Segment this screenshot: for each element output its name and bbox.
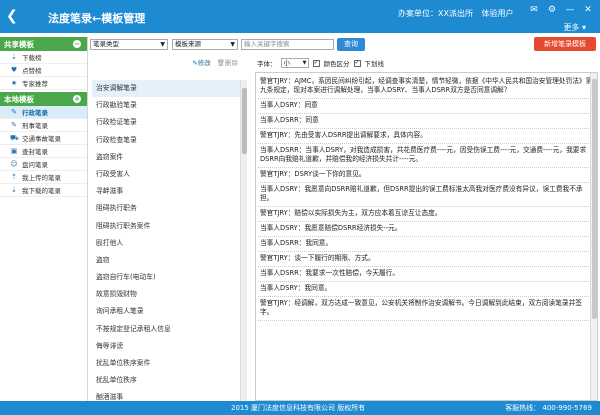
minimize-icon[interactable]: — [564,4,576,16]
list-item[interactable]: 扰乱单位秩序 [92,372,240,389]
scrollbar-thumb[interactable] [242,88,247,154]
list-item[interactable]: 行政勘验笔录 [92,97,240,114]
underline-checkbox[interactable]: ✓ [353,59,361,67]
back-icon[interactable]: ❮ [6,8,18,24]
list-item[interactable]: 扰乱单位秩序案件 [92,355,240,372]
font-size-select[interactable]: 小 ▼ [280,58,309,68]
close-icon[interactable]: ✕ [582,4,594,16]
list-item[interactable]: 行政受害人 [92,166,240,183]
color-distinguish-checkbox[interactable]: ✓ [312,59,320,67]
sidebar-item-traffic-record[interactable]: ⛟ 交通事故笔录 [0,132,87,145]
hotline-text: 客服热线： 400-990-5769 [505,404,592,412]
download-icon: ⇣ [11,186,17,194]
unit-label: 办案单位：XX派出所 [398,9,473,18]
color-distinguish-label: 颜色区分 [323,60,350,68]
list-item[interactable]: 盗窃案件 [92,149,240,166]
sidebar-item-like-rank[interactable]: ♥ 点赞榜 [0,64,87,77]
edit-icon: ✎ [11,121,17,129]
sidebar-item-my-downloads[interactable]: ⇣ 我下载的笔录 [0,184,87,197]
person-icon: ☺ [10,160,18,168]
copyright-text: 2015 厦门法度信息科技有限公司 版权所有 [231,404,366,412]
more-link[interactable]: 更多 ▾ [563,22,586,33]
download-icon: ⇣ [11,53,17,61]
font-size-label: 字体： [257,60,277,68]
new-template-button[interactable]: 新增笔录模板 [534,37,596,51]
document-line: 当事人DSRY：我同意。 [258,282,597,297]
footer: 2015 厦门法度信息科技有限公司 版权所有 客服热线： 400-990-576… [0,401,600,415]
collapse-icon[interactable]: − [73,40,81,48]
car-icon: ⛟ [10,134,19,142]
record-document[interactable]: 警官TJRY：AJMC，系因民间纠纷引起，经调查事实清楚，情节轻微，依据《中华人… [255,72,598,401]
document-line: 警官TJRY：赔偿以实际损失为主，双方应本着互谅互让态度。 [258,207,597,222]
heart-icon: ♥ [10,66,18,74]
document-scrollbar[interactable] [590,73,597,400]
list-item[interactable]: 盗窃自行车(电动车) [92,269,240,286]
list-item[interactable]: 行政检证笔录 [92,114,240,131]
record-content-panel: 字体： 小 ▼ ✓ 颜色区分 ✓ 下划线 警官TJRY：AJMC，系因民间纠纷引起… [255,55,600,401]
sidebar-item-my-uploads[interactable]: ⇡ 我上传的笔录 [0,171,87,184]
sidebar-header-local[interactable]: 本地模板 + [0,92,87,106]
list-item[interactable]: 侮辱诽谤 [92,338,240,355]
scrollbar-thumb[interactable] [592,79,597,319]
document-line: 当事人DSRR：同意 [258,114,597,129]
chevron-down-icon: ▼ [302,60,307,66]
list-item[interactable]: 寻衅滋事 [92,183,240,200]
edit-button[interactable]: ✎修改 [192,57,210,67]
filter-toolbar: 笔录类型 ▼ 模板来源 ▼ 输入关键字搜索 查询 新增笔录模板 [88,37,600,52]
sidebar-item-seal-record[interactable]: ▣ 查封笔录 [0,145,87,158]
document-line: 当事人DSRR：我同意。 [258,237,597,252]
upload-icon: ⇡ [11,173,17,181]
sidebar-item-interrogation-record[interactable]: ☺ 盘问笔录 [0,158,87,171]
seal-icon: ▣ [10,147,18,155]
search-input[interactable]: 输入关键字搜索 [241,39,334,50]
list-item[interactable]: 殴打他人 [92,235,240,252]
sidebar-item-criminal-record[interactable]: ✎ 刑事笔录 [0,119,87,132]
template-source-select[interactable]: 模板来源 ▼ [172,39,238,50]
list-item[interactable]: 故意损毁财物 [92,286,240,303]
document-line: 警官TJRY：DSRY谈一下你的意见。 [258,168,597,183]
collapse-icon[interactable]: + [73,95,81,103]
document-line: 当事人DSRY：我愿意向DSRR赔礼道歉，但DSRR提出的误工费标准太高我对医疗… [258,183,597,207]
document-line: 警官TJRY：经调解，双方达成一致意见，公安机关将制作治安调解书。今日调解到此结… [258,297,597,321]
list-item[interactable]: 酗酒滋事 [92,389,240,400]
list-item[interactable]: 盗窃 [92,252,240,269]
document-line: 警官TJRY：AJMC，系因民间纠纷引起，经调查事实清楚，情节轻微，依据《中华人… [258,75,597,99]
record-type-select[interactable]: 笔录类型 ▼ [90,39,168,50]
sidebar-item-download-rank[interactable]: ⇣ 下载榜 [0,51,87,64]
settings-icon[interactable]: ⚙ [546,4,558,16]
document-line: 警官TJRY：先由受害人DSRR提出调解要求，具体内容。 [258,129,597,144]
document-line: 当事人DSRR：我要求一次性赔偿，今天履行。 [258,267,597,282]
document-line: 当事人DSRR：当事人DSRY，对我造成损害，共花费医疗费----元，因受伤误工… [258,144,597,168]
delete-button[interactable]: 🗑删除 [217,57,238,67]
star-icon: ★ [10,79,18,87]
chevron-down-icon: ▼ [160,41,165,48]
document-line: 警官TJRY：谈一下履行的期限、方式。 [258,252,597,267]
user-label: 体验用户 [481,9,514,18]
template-list: 治安调解笔录 行政勘验笔录 行政检证笔录 行政检查笔录 盗窃案件 行政受害人 寻… [92,80,240,400]
sidebar: 共享模板 − ⇣ 下载榜 ♥ 点赞榜 ★ 专家推荐 本地模板 + ✎ 行政笔录 ✎ 刑事笔… [0,37,88,401]
document-line: 当事人DSRY：我愿意赔偿DSRR经济损失--元。 [258,222,597,237]
list-scrollbar[interactable] [240,80,247,401]
app-title: 法度笔录←模板管理 [48,12,146,25]
app-header: ❮ 法度笔录←模板管理 办案单位：XX派出所 体验用户 ✉ ⚙ — ✕ 更多 ▾ [0,0,600,33]
template-list-panel: ✎修改 🗑删除 治安调解笔录 行政勘验笔录 行政检证笔录 行政检查笔录 盗窃案件… [88,55,248,401]
list-item[interactable]: 询问承租人笔录 [92,303,240,320]
document-line: 当事人DSRY：同意 [258,99,597,114]
user-info: 办案单位：XX派出所 体验用户 [398,8,520,19]
list-item[interactable]: 行政检查笔录 [92,132,240,149]
list-item[interactable]: 阻碍执行职务案件 [92,218,240,235]
query-button[interactable]: 查询 [337,38,365,51]
chevron-down-icon: ▼ [230,41,235,48]
sidebar-item-admin-record[interactable]: ✎ 行政笔录 [0,106,87,119]
sidebar-header-shared[interactable]: 共享模板 − [0,37,87,51]
underline-label: 下划线 [364,60,385,68]
mail-icon[interactable]: ✉ [528,4,540,16]
list-item[interactable]: 治安调解笔录 [92,80,240,98]
edit-icon: ✎ [11,108,17,116]
list-item[interactable]: 不按规定登记承租人信息 [92,321,240,338]
list-item[interactable]: 阻碍执行职务 [92,200,240,217]
sidebar-item-expert[interactable]: ★ 专家推荐 [0,77,87,90]
